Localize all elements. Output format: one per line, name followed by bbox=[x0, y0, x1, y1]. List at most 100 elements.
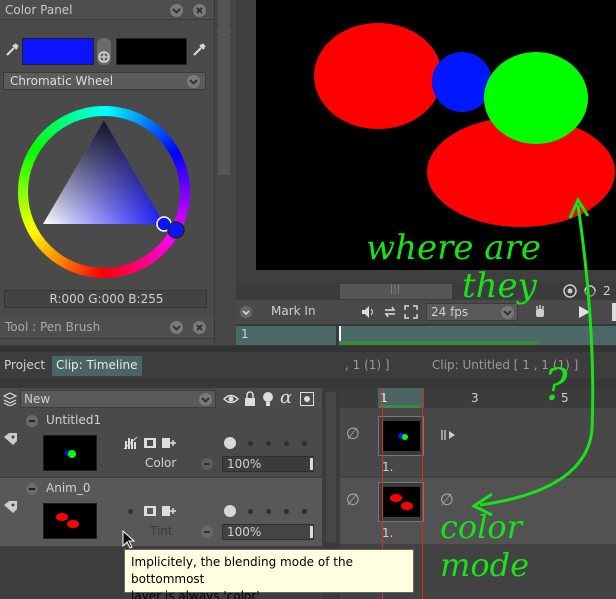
tab-clip-timeline[interactable]: Clip: Timeline bbox=[52, 356, 142, 376]
collapse-icon[interactable] bbox=[170, 321, 183, 334]
dot bbox=[248, 441, 253, 446]
play-icon[interactable] bbox=[577, 305, 591, 319]
new-layer-select[interactable]: New bbox=[20, 390, 216, 408]
blend-mode-label[interactable]: Tint bbox=[150, 524, 173, 538]
blend-mode-label[interactable]: Color bbox=[145, 456, 176, 470]
tab-bar: Project Clip: Timeline , 1 (1) ] Clip: U… bbox=[0, 352, 616, 378]
keyframe-cell[interactable] bbox=[378, 416, 424, 456]
layer-row[interactable]: Untitled1 Color 100% bbox=[0, 410, 322, 478]
alpha-icon[interactable]: α bbox=[280, 387, 292, 408]
lock-icon[interactable] bbox=[244, 391, 256, 407]
tag-icon[interactable] bbox=[3, 432, 19, 446]
empty-frame-icon[interactable]: ∅ bbox=[346, 490, 360, 509]
cached-range-bar bbox=[339, 341, 539, 345]
stop-icon[interactable] bbox=[612, 303, 616, 321]
options-icon[interactable] bbox=[240, 306, 252, 318]
blend-icon[interactable] bbox=[143, 505, 157, 517]
tooltip: Implicitely, the blending mode of the bo… bbox=[124, 549, 414, 599]
blend-icon[interactable] bbox=[143, 437, 157, 449]
tooltip-line: Implicitely, the blending mode of the bo… bbox=[131, 555, 353, 586]
empty-frame-icon[interactable]: ∅ bbox=[346, 424, 360, 443]
rgb-readout: R:000 G:000 B:255 bbox=[4, 290, 207, 308]
primary-color-swatch[interactable] bbox=[22, 38, 94, 65]
splitter-track bbox=[326, 392, 336, 542]
red-ellipse-top bbox=[314, 23, 442, 129]
loop-playback-icon[interactable] bbox=[382, 304, 398, 320]
opacity-value: 100% bbox=[227, 457, 262, 471]
new-layer-label: New bbox=[24, 392, 51, 406]
color-mode-select-label: Chromatic Wheel bbox=[10, 74, 114, 88]
onion-skin-icon[interactable] bbox=[562, 283, 578, 299]
close-icon[interactable] bbox=[193, 321, 206, 334]
chevron-down-icon bbox=[501, 306, 514, 319]
layer-header: New α bbox=[0, 387, 322, 410]
extend-icon[interactable] bbox=[440, 428, 458, 442]
opacity-dot[interactable] bbox=[224, 437, 236, 449]
collapse-icon[interactable] bbox=[26, 483, 38, 495]
collapse-icon[interactable] bbox=[170, 4, 183, 17]
volume-icon[interactable] bbox=[360, 304, 376, 320]
keyframe-cell[interactable] bbox=[378, 482, 424, 522]
layer-name[interactable]: Anim_0 bbox=[46, 481, 90, 495]
empty-frame-icon[interactable]: ∅ bbox=[440, 490, 454, 509]
color-panel: Color Panel Chromatic Wheel R:000 G:000 … bbox=[0, 0, 214, 345]
hand-icon[interactable] bbox=[123, 436, 139, 450]
minus-icon[interactable] bbox=[201, 458, 213, 470]
green-circle bbox=[484, 52, 588, 144]
layer-name[interactable]: Untitled1 bbox=[46, 413, 101, 427]
keyframe-thumbnail bbox=[382, 421, 420, 451]
secondary-color-swatch[interactable] bbox=[116, 38, 187, 65]
dot bbox=[284, 441, 289, 446]
layer-row[interactable]: Anim_0 Tint 100% bbox=[0, 478, 322, 546]
tool-panel-header: Tool : Pen Brush bbox=[0, 317, 214, 339]
frame-slider[interactable] bbox=[339, 326, 616, 345]
annotation-question: ? bbox=[544, 360, 568, 411]
chevron-down-icon bbox=[187, 75, 200, 88]
loop-icon[interactable] bbox=[582, 283, 598, 299]
annotation-color-mode: color mode bbox=[440, 508, 530, 584]
scroll-value: 2 bbox=[603, 284, 611, 298]
dot bbox=[302, 441, 307, 446]
hand-icon[interactable] bbox=[533, 305, 547, 319]
opacity-dot[interactable] bbox=[224, 505, 236, 517]
layer-thumbnail bbox=[43, 503, 97, 539]
close-icon[interactable] bbox=[193, 4, 206, 17]
tool-panel-title: Tool : Pen Brush bbox=[5, 320, 101, 334]
mark-in-button[interactable]: Mark In bbox=[271, 304, 316, 318]
layers-icon[interactable] bbox=[2, 392, 18, 407]
add-icon[interactable] bbox=[161, 505, 177, 517]
tab-project[interactable]: Project bbox=[0, 356, 49, 376]
annotation-where-are: where are bbox=[366, 228, 541, 268]
opacity-field[interactable]: 100% bbox=[222, 524, 314, 540]
chevron-down-icon bbox=[199, 393, 212, 406]
panel-splitter[interactable] bbox=[214, 0, 236, 345]
lightbulb-icon[interactable] bbox=[262, 391, 274, 407]
swap-colors-icon[interactable] bbox=[97, 38, 111, 65]
eyedropper-icon[interactable] bbox=[191, 42, 207, 58]
horizontal-scrollbar[interactable]: ||| bbox=[340, 284, 452, 299]
dot bbox=[302, 509, 307, 514]
annotation-they: they bbox=[462, 266, 537, 306]
mask-icon[interactable] bbox=[300, 392, 314, 406]
collapse-icon[interactable] bbox=[26, 415, 38, 427]
add-icon[interactable] bbox=[161, 437, 177, 449]
color-mode-select[interactable]: Chromatic Wheel bbox=[3, 72, 206, 90]
current-frame-field[interactable]: 1 bbox=[236, 326, 336, 345]
current-frame-label: 1 bbox=[241, 327, 249, 341]
mouse-cursor-icon bbox=[122, 529, 136, 550]
minus-icon[interactable] bbox=[201, 526, 213, 538]
blue-circle bbox=[432, 52, 492, 112]
opacity-value: 100% bbox=[227, 525, 262, 539]
fullscreen-icon[interactable] bbox=[403, 304, 419, 320]
keyframe-thumbnail bbox=[382, 487, 420, 517]
eyedropper-icon[interactable] bbox=[4, 42, 20, 58]
tooltip-line: layer is always 'color' bbox=[131, 589, 260, 599]
color-panel-header: Color Panel bbox=[0, 0, 214, 20]
scrollbar[interactable] bbox=[218, 0, 230, 175]
fps-label: 24 fps bbox=[431, 305, 469, 319]
opacity-field[interactable]: 100% bbox=[222, 456, 314, 472]
tag-icon[interactable] bbox=[3, 500, 19, 514]
frame-info: , 1 (1) ] bbox=[345, 358, 390, 372]
chromatic-wheel[interactable] bbox=[8, 96, 200, 288]
visibility-eye-icon[interactable] bbox=[223, 392, 239, 406]
